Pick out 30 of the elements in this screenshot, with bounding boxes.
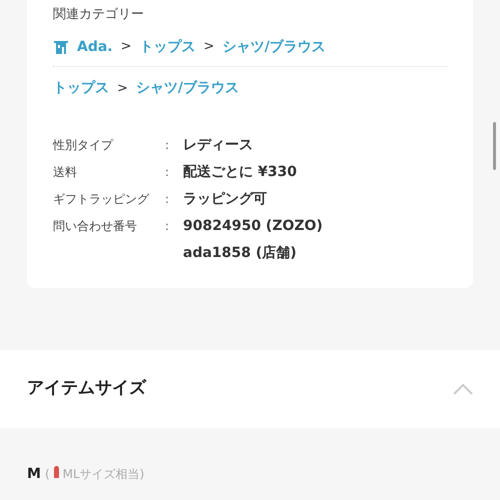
breadcrumb-link[interactable]: Ada. — [77, 36, 113, 58]
size-note: MLサイズ相当) — [62, 466, 144, 483]
paren: ( — [44, 466, 50, 483]
detail-value: レディース — [183, 136, 253, 155]
scrollbar[interactable] — [493, 122, 496, 170]
breadcrumb-link[interactable]: シャツ/ブラウス — [222, 36, 326, 58]
breadcrumb-separator: > — [117, 80, 128, 98]
colon: : — [165, 164, 170, 181]
detail-label: ギフトラッピング — [53, 191, 150, 208]
colon: : — [165, 137, 170, 154]
detail-label: 問い合わせ番号 — [53, 218, 138, 235]
detail-value: 配送ごとに ¥330 — [183, 163, 297, 182]
detail-label: 性別タイプ — [53, 137, 114, 154]
detail-value: ada1858 (店舗) — [183, 244, 298, 263]
section-title: アイテムサイズ — [27, 377, 146, 400]
breadcrumb-separator: > — [120, 38, 132, 56]
breadcrumb-separator: > — [204, 38, 214, 56]
detail-value: 90824950 (ZOZO) — [183, 217, 323, 236]
breadcrumb-link[interactable]: トップス — [140, 36, 196, 58]
section-label: 関連カテゴリー — [53, 6, 145, 24]
detail-label: 送料 — [53, 164, 78, 181]
shop-icon — [53, 39, 69, 55]
colon: : — [165, 191, 170, 208]
size-label: M — [27, 465, 41, 484]
colon: : — [165, 218, 170, 235]
breadcrumb-link[interactable]: シャツ/ブラウス — [136, 78, 240, 99]
breadcrumb-link[interactable]: トップス — [53, 78, 109, 99]
chevron-up-icon[interactable] — [453, 383, 473, 395]
dress-icon — [54, 466, 59, 478]
detail-value: ラッピング可 — [183, 190, 267, 209]
